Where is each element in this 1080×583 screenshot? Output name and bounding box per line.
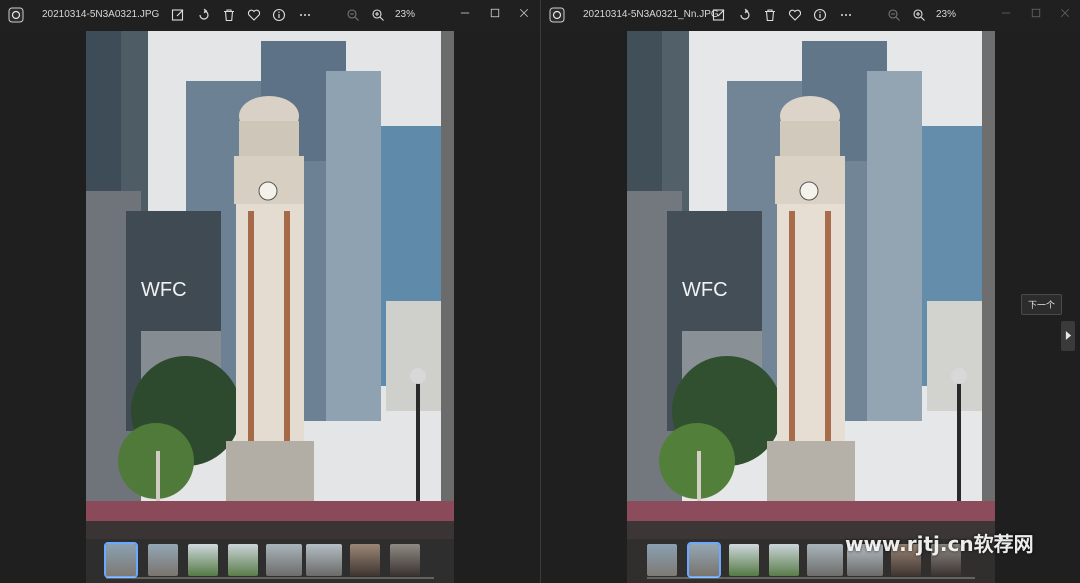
titlebar: 20210314-5N3A0321_Nn.JPG 23% xyxy=(541,0,1080,31)
edit-icon[interactable] xyxy=(170,7,186,23)
photos-window-left: 20210314-5N3A0321.JPG 23% WFC xyxy=(0,0,540,583)
favorite-icon[interactable] xyxy=(787,7,803,23)
thumbnail[interactable] xyxy=(769,544,799,576)
delete-icon[interactable] xyxy=(221,7,237,23)
thumbnail[interactable] xyxy=(306,544,342,576)
minimize-icon[interactable] xyxy=(455,5,475,21)
thumbnail[interactable] xyxy=(687,542,721,578)
wfc-sign: WFC xyxy=(682,279,728,301)
photo: WFC xyxy=(627,31,995,583)
maximize-icon[interactable] xyxy=(485,5,505,21)
close-icon[interactable] xyxy=(1055,5,1075,21)
more-icon[interactable] xyxy=(297,7,313,23)
thumbnail[interactable] xyxy=(647,544,677,576)
next-tooltip: 下一个 xyxy=(1021,294,1063,315)
thumbnail[interactable] xyxy=(104,542,138,578)
favorite-icon[interactable] xyxy=(246,7,262,23)
thumbnail[interactable] xyxy=(807,544,843,576)
delete-icon[interactable] xyxy=(762,7,778,23)
app-icon xyxy=(8,7,24,23)
photos-window-right: 20210314-5N3A0321_Nn.JPG 23% WFC 下一个 xyxy=(541,0,1080,583)
image-viewer[interactable]: WFC xyxy=(0,31,540,583)
next-image-button[interactable] xyxy=(1061,321,1075,351)
info-icon[interactable] xyxy=(271,7,287,23)
maximize-icon[interactable] xyxy=(1026,5,1046,21)
zoom-out-icon[interactable] xyxy=(886,7,902,23)
close-icon[interactable] xyxy=(514,5,534,21)
app-icon xyxy=(549,7,565,23)
thumbnail[interactable] xyxy=(390,544,420,576)
thumbnail[interactable] xyxy=(228,544,258,576)
filmstrip xyxy=(86,539,454,583)
wfc-sign: WFC xyxy=(141,279,187,301)
file-title: 20210314-5N3A0321_Nn.JPG xyxy=(583,9,719,20)
zoom-in-icon[interactable] xyxy=(911,7,927,23)
image-viewer[interactable]: WFC xyxy=(541,31,1080,583)
titlebar: 20210314-5N3A0321.JPG 23% xyxy=(0,0,540,31)
thumbnail[interactable] xyxy=(266,544,302,576)
filmstrip-scrollbar[interactable] xyxy=(106,577,434,579)
watermark: www.rjtj.cn软荐网 xyxy=(845,532,1034,556)
info-icon[interactable] xyxy=(812,7,828,23)
thumbnail[interactable] xyxy=(148,544,178,576)
rotate-icon[interactable] xyxy=(196,7,212,23)
filmstrip-scrollbar[interactable] xyxy=(647,577,975,579)
thumbnail[interactable] xyxy=(729,544,759,576)
zoom-in-icon[interactable] xyxy=(370,7,386,23)
minimize-icon[interactable] xyxy=(996,5,1016,21)
zoom-level: 23% xyxy=(936,9,957,20)
zoom-level: 23% xyxy=(395,9,416,20)
chevron-right-icon xyxy=(1065,327,1072,345)
more-icon[interactable] xyxy=(838,7,854,23)
thumbnail[interactable] xyxy=(350,544,380,576)
rotate-icon[interactable] xyxy=(737,7,753,23)
photo: WFC xyxy=(86,31,454,583)
thumbnail[interactable] xyxy=(188,544,218,576)
file-title: 20210314-5N3A0321.JPG xyxy=(42,9,160,20)
edit-icon[interactable] xyxy=(711,7,727,23)
zoom-out-icon[interactable] xyxy=(345,7,361,23)
